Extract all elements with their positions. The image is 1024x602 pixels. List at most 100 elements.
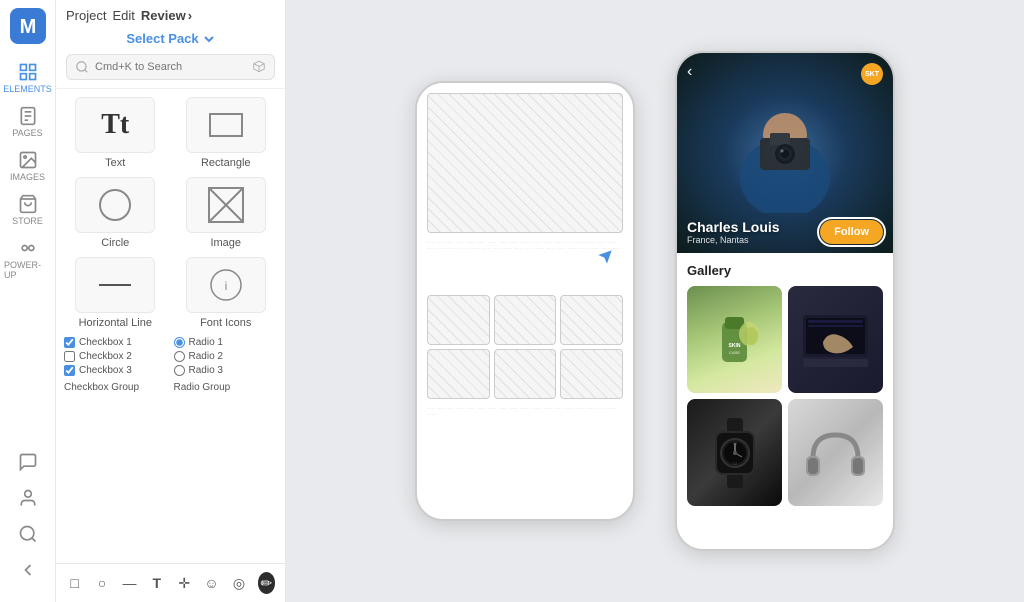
toolbar-target[interactable]: ◎: [230, 572, 247, 594]
select-pack-button[interactable]: Select Pack: [66, 31, 275, 46]
watch-img: 12 12: [687, 399, 782, 506]
sidebar-item-back[interactable]: [14, 554, 42, 586]
checkbox-3[interactable]: [64, 365, 75, 376]
profile-location: France, Nantas: [687, 235, 780, 245]
main-canvas: ....... ........ ..... ....... ........ …: [286, 0, 1024, 602]
profile-info: Charles Louis France, Nantas Follow: [677, 211, 893, 253]
text-icon: Tt: [75, 97, 155, 153]
gallery-title: Gallery: [687, 263, 883, 278]
project-nav[interactable]: Project: [66, 8, 106, 23]
profile-name-location: Charles Louis France, Nantas: [687, 219, 780, 245]
panel-body: Tt Text Rectangle Circle: [56, 89, 285, 563]
toolbar-line[interactable]: —: [121, 572, 138, 594]
toolbar-pencil[interactable]: ✏: [258, 572, 275, 594]
sidebar-item-power-up[interactable]: POWER-UP: [0, 232, 55, 286]
phone-mockup-wireframe: ....... ........ ..... ....... ........ …: [415, 81, 635, 521]
sidebar-item-pages[interactable]: PAGES: [0, 100, 55, 144]
checkbox-radio-section: Checkbox 1 Checkbox 2 Checkbox 3 Radio 1: [64, 337, 277, 376]
radio-group: Radio 1 Radio 2 Radio 3: [174, 337, 278, 376]
toolbar-circle[interactable]: ○: [93, 572, 110, 594]
svg-text:i: i: [224, 279, 227, 293]
gallery-item-4: [788, 399, 883, 506]
radio-1[interactable]: [174, 337, 185, 348]
radio-item-2[interactable]: Radio 2: [174, 351, 278, 362]
wireframe-grid: [427, 295, 623, 399]
gallery-item-2: [788, 286, 883, 393]
element-circle[interactable]: Circle: [64, 177, 167, 249]
circle-icon: [75, 177, 155, 233]
checkbox-group: Checkbox 1 Checkbox 2 Checkbox 3: [64, 337, 168, 376]
rectangle-icon: [186, 97, 266, 153]
gallery-grid: SKIN CARE: [687, 286, 883, 506]
cube-icon: [252, 60, 266, 74]
app-logo: M: [10, 8, 46, 44]
toolbar-emoji[interactable]: ☺: [203, 572, 220, 594]
grid-item-1: [427, 295, 490, 345]
svg-text:12: 12: [732, 441, 737, 446]
toolbar-rect[interactable]: □: [66, 572, 83, 594]
radio-2[interactable]: [174, 351, 185, 362]
sidebar-item-images[interactable]: IMAGES: [0, 144, 55, 188]
circle-label: Circle: [101, 237, 129, 249]
sidebar-item-search-nav[interactable]: [14, 518, 42, 550]
review-nav[interactable]: Review ›: [141, 8, 192, 23]
wireframe-text-bottom: ....... ........ ..... ....... ........ …: [427, 405, 623, 433]
laptop-img: [788, 286, 883, 393]
grid-item-2: [494, 295, 557, 345]
checkbox-item-2[interactable]: Checkbox 2: [64, 351, 168, 362]
checkbox-item-3[interactable]: Checkbox 3: [64, 365, 168, 376]
gallery-section: Gallery SKIN CARE: [677, 253, 893, 549]
element-image[interactable]: Image: [175, 177, 278, 249]
top-nav: Project Edit Review ›: [66, 8, 275, 23]
fonticons-icon: i: [186, 257, 266, 313]
sidebar-item-store[interactable]: STORE: [0, 188, 55, 232]
element-font-icons[interactable]: i Font Icons: [175, 257, 278, 329]
svg-text:12: 12: [732, 461, 737, 466]
cream-product-img: SKIN CARE: [687, 286, 782, 393]
grid-item-4: [427, 349, 490, 399]
profile-hero: ‹ SKT Charles Louis France, Nantas Follo…: [677, 53, 893, 253]
svg-text:CARE: CARE: [729, 350, 740, 355]
edit-nav[interactable]: Edit: [112, 8, 134, 23]
checkbox-2[interactable]: [64, 351, 75, 362]
checkbox-1[interactable]: [64, 337, 75, 348]
left-sidebar: M ELEMENTS PAGES IMAGES STORE POWER-UP: [0, 0, 56, 602]
element-text[interactable]: Tt Text: [64, 97, 167, 169]
phone-mockup-profile: ‹ SKT Charles Louis France, Nantas Follo…: [675, 51, 895, 551]
search-icon: [75, 60, 89, 74]
image-icon: [186, 177, 266, 233]
radio-item-3[interactable]: Radio 3: [174, 365, 278, 376]
toolbar-text[interactable]: T: [148, 572, 165, 594]
headphones-img: [788, 399, 883, 506]
horizontal-line-label: Horizontal Line: [79, 317, 152, 329]
profile-name: Charles Louis: [687, 219, 780, 235]
toolbar-move[interactable]: ✛: [176, 572, 193, 594]
group-labels-section: Checkbox Group Radio Group: [64, 382, 277, 393]
image-label: Image: [210, 237, 241, 249]
sidebar-item-chat[interactable]: [14, 446, 42, 478]
checkbox-item-1[interactable]: Checkbox 1: [64, 337, 168, 348]
gallery-item-3: 12 12: [687, 399, 782, 506]
bottom-toolbar: □ ○ — T ✛ ☺ ◎ ✏: [56, 563, 285, 602]
elements-grid: Tt Text Rectangle Circle: [64, 97, 277, 329]
radio-group-label: Radio Group: [174, 382, 278, 393]
element-rectangle[interactable]: Rectangle: [175, 97, 278, 169]
font-icons-label: Font Icons: [200, 317, 251, 329]
grid-item-5: [494, 349, 557, 399]
text-label: Text: [105, 157, 125, 169]
wireframe-text-block: ....... ........ ..... ....... ........ …: [427, 239, 623, 289]
line-icon: [75, 257, 155, 313]
search-bar: [66, 54, 275, 80]
rectangle-label: Rectangle: [201, 157, 251, 169]
radio-item-1[interactable]: Radio 1: [174, 337, 278, 348]
gallery-item-1: SKIN CARE: [687, 286, 782, 393]
radio-3[interactable]: [174, 365, 185, 376]
user-badge: SKT: [861, 63, 883, 85]
sidebar-item-user[interactable]: [14, 482, 42, 514]
panel-header: Project Edit Review › Select Pack: [56, 0, 285, 89]
sidebar-item-elements[interactable]: ELEMENTS: [0, 56, 55, 100]
search-input[interactable]: [95, 61, 246, 73]
back-arrow[interactable]: ‹: [687, 63, 692, 81]
element-horizontal-line[interactable]: Horizontal Line: [64, 257, 167, 329]
follow-button[interactable]: Follow: [820, 220, 883, 244]
